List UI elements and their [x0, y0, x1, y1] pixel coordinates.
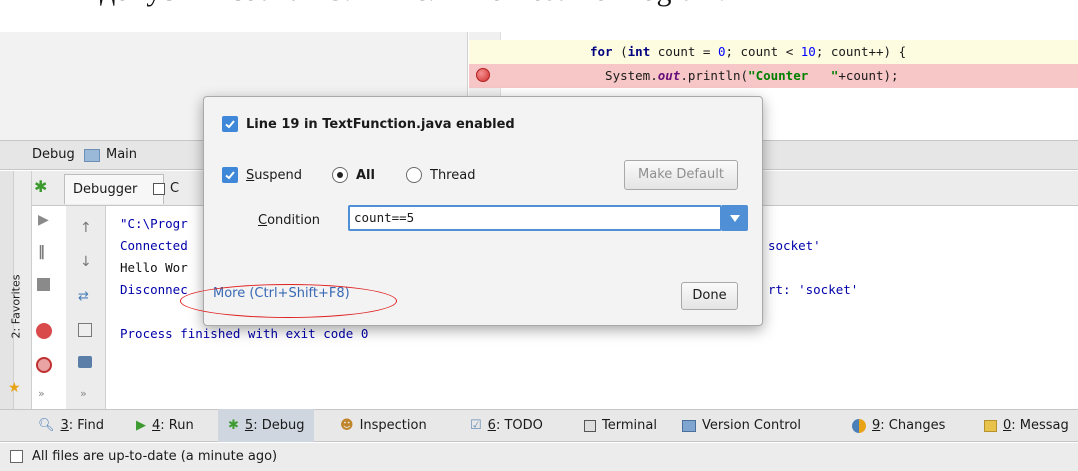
more-console-actions-icon[interactable]: » [80, 387, 87, 400]
radio-thread-button[interactable] [406, 167, 422, 183]
run-config-name[interactable]: Main [106, 147, 137, 162]
tool-changes[interactable]: 9: Changes [852, 409, 945, 442]
annotation-ellipse [180, 284, 397, 318]
radio-thread[interactable]: Thread [406, 167, 475, 183]
messages-icon [984, 419, 997, 432]
terminal-icon [584, 419, 596, 432]
inspection-icon: ☻ [340, 418, 354, 433]
tool-version-control[interactable]: Version Control [682, 409, 801, 442]
tool-inspection[interactable]: ☻ Inspection [340, 409, 427, 442]
run-icon: ▶ [136, 418, 146, 433]
search-icon: 🔍︎ [38, 418, 55, 433]
tool-run[interactable]: ▶ 4: Run [136, 409, 194, 442]
more-actions-icon[interactable]: » [38, 387, 45, 400]
tab-debugger-label: Debugger [73, 182, 138, 197]
favorites-side-label[interactable]: 2: Favorites [9, 275, 22, 339]
suspend-label: Suspend [246, 167, 303, 183]
changes-icon [852, 418, 866, 433]
resume-icon[interactable]: ▶ [38, 212, 49, 228]
console-line-fragment: rt: 'socket' [768, 282, 859, 297]
tool-find[interactable]: 🔍︎ 3: Find [38, 409, 104, 442]
chevron-down-icon [730, 214, 740, 222]
view-breakpoints-icon[interactable] [36, 323, 52, 339]
console-line: Process finished with exit code 0 [120, 326, 369, 341]
up-arrow-icon[interactable]: ↑ [80, 220, 92, 236]
tool-windows-toggle-icon[interactable] [10, 450, 23, 463]
condition-input[interactable]: count==5 [348, 205, 722, 231]
pause-icon[interactable]: ‖ [38, 244, 45, 260]
radio-all-label: All [356, 167, 375, 183]
debug-title: Debug [32, 147, 75, 162]
console-line: "C:\Progr [120, 216, 188, 231]
breakpoint-icon[interactable] [476, 68, 490, 82]
todo-icon: ☑ [470, 418, 482, 433]
print-icon[interactable] [78, 356, 92, 368]
console-line: Disconnec [120, 282, 188, 297]
done-button[interactable]: Done [681, 282, 738, 310]
favorites-star-icon: ★ [8, 380, 21, 396]
console-line-fragment: socket' [768, 238, 821, 253]
soft-wrap-icon[interactable]: ⇄ [78, 289, 89, 304]
console-toolbar [66, 206, 106, 409]
debug-bug-icon: ✱ [34, 177, 48, 196]
condition-label: Condition [258, 213, 321, 228]
breakpoint-enabled-row: Line 19 in TextFunction.java enabled [222, 116, 515, 132]
mute-breakpoints-icon[interactable] [36, 357, 52, 373]
tool-messages[interactable]: 0: Messag [984, 409, 1069, 442]
status-bar: All files are up-to-date (a minute ago) [0, 443, 1078, 471]
tab-debugger[interactable]: Debugger [64, 174, 165, 204]
run-config-icon [84, 149, 100, 162]
condition-dropdown-button[interactable] [722, 205, 748, 231]
radio-thread-label: Thread [430, 167, 476, 183]
code-line-println: System.out.println("Counter "+count); [590, 68, 899, 83]
make-default-button[interactable]: Make Default [624, 160, 738, 190]
tool-terminal[interactable]: Terminal [584, 409, 657, 442]
enabled-checkbox[interactable] [222, 116, 238, 132]
radio-all-button[interactable] [332, 167, 348, 183]
code-line-for: for (int count = 0; count < 10; count++)… [590, 44, 907, 59]
suspend-row: Suspend [222, 167, 302, 183]
status-message: All files are up-to-date (a minute ago) [32, 449, 278, 464]
document-heading-fragment: допустим count = 5. Выполните Resume Pro… [100, 0, 726, 8]
down-arrow-icon[interactable]: ↓ [80, 254, 92, 270]
debug-icon: ✱ [228, 418, 239, 433]
stop-icon[interactable] [37, 278, 50, 291]
condition-value: count==5 [354, 210, 415, 225]
console-tab-icon [153, 183, 165, 195]
scroll-to-end-icon[interactable] [78, 323, 92, 337]
tool-debug[interactable]: ✱ 5: Debug [218, 409, 315, 442]
suspend-checkbox[interactable] [222, 167, 238, 183]
breakpoint-title: Line 19 in TextFunction.java enabled [246, 116, 515, 132]
console-line: Hello Wor [120, 260, 188, 275]
radio-all[interactable]: All [332, 167, 375, 183]
tab-console-partial[interactable]: C [170, 181, 179, 196]
version-control-icon [682, 419, 696, 432]
console-line: Connected [120, 238, 188, 253]
tool-todo[interactable]: ☑ 6: TODO [470, 409, 543, 442]
